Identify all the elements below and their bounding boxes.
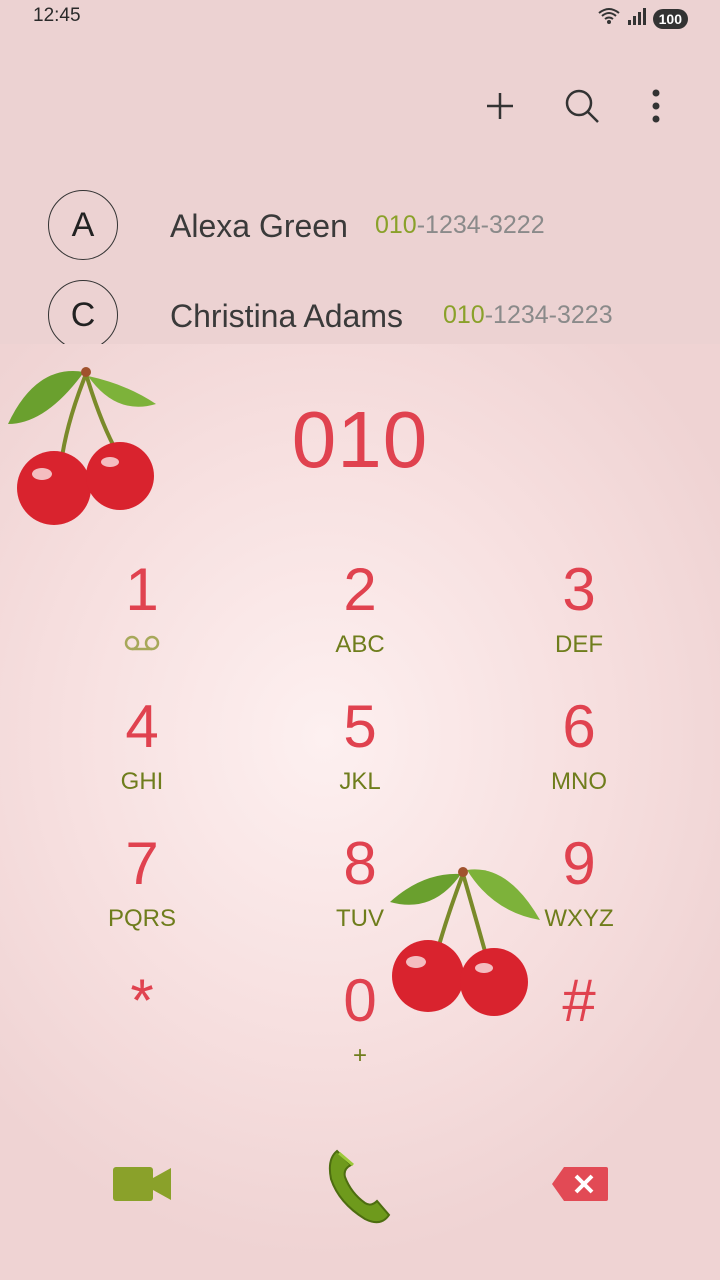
dialer-panel: 010 1 2 ABC 3 DEF 4 GHI 5 JKL 6 MNO 7 PQ…: [0, 344, 720, 1280]
key-7[interactable]: 7 PQRS: [42, 833, 242, 953]
key-digit: 5: [343, 693, 377, 760]
status-icons: 100: [597, 6, 688, 31]
top-app-bar: [0, 34, 720, 164]
add-contact-button[interactable]: [476, 84, 524, 132]
search-icon: [563, 87, 601, 130]
key-digit: 7: [125, 830, 159, 897]
key-3[interactable]: 3 DEF: [479, 559, 679, 679]
contact-suggestions: A Alexa Green 010-1234-3222 C Christina …: [0, 164, 720, 344]
contact-name: Christina Adams: [170, 298, 403, 334]
signal-icon: [627, 7, 647, 30]
key-6[interactable]: 6 MNO: [479, 696, 679, 816]
status-time: 12:45: [33, 5, 81, 26]
key-digit: 3: [562, 556, 596, 623]
wifi-icon: [597, 6, 621, 31]
phone-icon: [325, 1145, 395, 1230]
key-digit: 1: [125, 556, 159, 623]
backspace-icon: [550, 1165, 610, 1208]
key-letters: MNO: [551, 768, 607, 795]
more-vert-icon: [651, 89, 661, 128]
contact-number: 010-1234-3223: [443, 301, 613, 330]
key-letters: DEF: [555, 631, 603, 658]
key-letters: +: [352, 1042, 367, 1069]
key-1[interactable]: 1: [42, 559, 242, 679]
voicemail-icon: [42, 631, 242, 659]
number-match: 010: [443, 301, 485, 329]
key-letters: JKL: [339, 768, 381, 795]
key-digit: 4: [125, 693, 159, 760]
key-digit: 2: [343, 556, 377, 623]
key-letters: GHI: [120, 768, 164, 795]
contact-row[interactable]: C Christina Adams 010-1234-3223: [0, 254, 720, 344]
avatar: A: [48, 190, 118, 260]
key-star[interactable]: *: [42, 970, 242, 1090]
key-digit: *: [130, 967, 154, 1034]
key-2[interactable]: 2 ABC: [260, 559, 460, 679]
key-letters: PQRS: [107, 905, 176, 932]
call-button[interactable]: [320, 1144, 400, 1230]
key-letters: ABC: [335, 631, 385, 658]
key-digit: 6: [562, 693, 596, 760]
search-button[interactable]: [558, 84, 606, 132]
battery-indicator: 100: [652, 8, 688, 29]
contact-number: 010-1234-3222: [375, 211, 545, 240]
number-rest: -1234-3223: [484, 301, 613, 329]
contact-name: Alexa Green: [170, 208, 348, 244]
number-rest: -1234-3222: [416, 211, 545, 239]
more-options-button[interactable]: [632, 84, 680, 132]
backspace-button[interactable]: [540, 1156, 620, 1216]
cherry-decoration: [390, 867, 540, 1016]
number-match: 010: [375, 211, 417, 239]
dialed-number: 010: [291, 395, 429, 484]
video-camera-icon: [111, 1164, 173, 1209]
key-5[interactable]: 5 JKL: [260, 696, 460, 816]
key-4[interactable]: 4 GHI: [42, 696, 242, 816]
contact-row[interactable]: A Alexa Green 010-1234-3222: [0, 164, 720, 260]
plus-icon: [485, 91, 515, 126]
video-call-button[interactable]: [100, 1154, 184, 1218]
status-bar: 12:45 100: [0, 0, 720, 34]
avatar: C: [48, 280, 118, 344]
